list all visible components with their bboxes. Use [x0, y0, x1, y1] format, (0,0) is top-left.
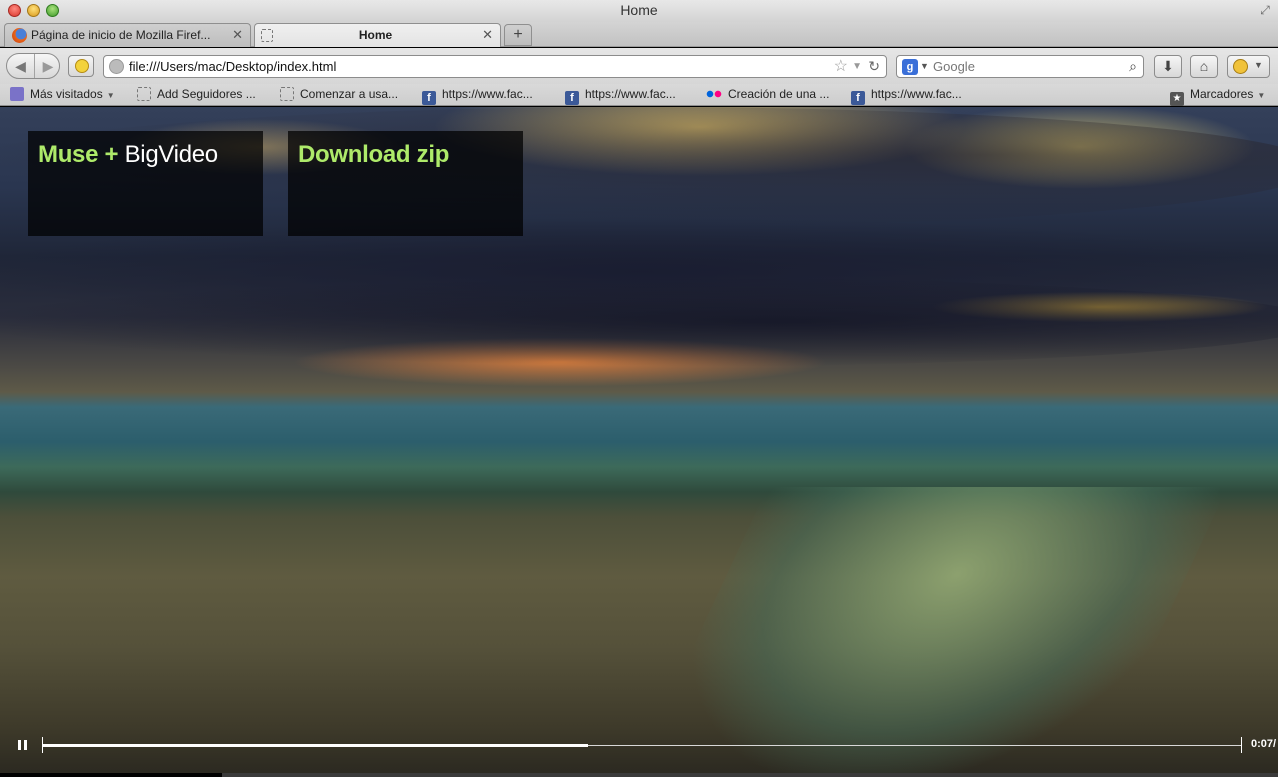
bookmarks-star-icon: ★: [1170, 92, 1184, 106]
downloads-button[interactable]: ⬇: [1154, 55, 1182, 78]
bookmark-item[interactable]: Creación de una ...: [706, 84, 829, 104]
panel-title-rest: BigVideo: [118, 141, 219, 168]
chevron-down-icon: ▼: [106, 91, 115, 100]
facebook-icon: f: [422, 91, 436, 105]
back-forward-group: ◀ ▶: [6, 53, 60, 79]
close-window-button[interactable]: [8, 4, 21, 17]
pause-icon[interactable]: [18, 740, 27, 750]
home-button[interactable]: ⌂: [1190, 55, 1218, 78]
addon-button[interactable]: ▼: [1227, 55, 1270, 78]
bottom-strip: [0, 773, 1278, 777]
tab-home[interactable]: Home ✕: [254, 23, 501, 47]
facebook-icon: f: [851, 91, 865, 105]
bookmark-star-icon[interactable]: ☆: [834, 56, 848, 77]
tab-groups-button[interactable]: [68, 55, 94, 77]
search-icon[interactable]: ⌕: [1129, 56, 1137, 77]
new-tab-button[interactable]: +: [504, 24, 532, 46]
bookmarks-menu-label: Marcadores: [1190, 87, 1254, 101]
bookmark-label: https://www.fac...: [871, 87, 962, 101]
reload-icon[interactable]: ↻: [868, 56, 880, 77]
bookmark-item[interactable]: Add Seguidores ...: [137, 84, 256, 104]
chevron-down-icon: ▼: [1257, 91, 1266, 100]
tab-label: Página de inicio de Mozilla Firef...: [31, 28, 211, 42]
tab-close-icon[interactable]: ✕: [482, 24, 493, 46]
minimize-window-button[interactable]: [27, 4, 40, 17]
video-background[interactable]: Muse + BigVideo Download zip: [0, 107, 1278, 777]
tab-close-icon[interactable]: ✕: [232, 24, 243, 46]
bookmark-item[interactable]: f https://www.fac...: [851, 84, 962, 105]
tab-strip: Página de inicio de Mozilla Firef... ✕ H…: [0, 22, 1278, 47]
tab-label: Home: [358, 28, 393, 42]
most-visited-icon: [10, 87, 24, 101]
google-icon[interactable]: g: [902, 59, 918, 75]
home-icon: ⌂: [1199, 58, 1209, 74]
blank-page-icon: [280, 87, 294, 101]
site-identity-icon[interactable]: [109, 59, 124, 74]
bookmark-label: Más visitados: [30, 87, 103, 101]
chevron-down-icon[interactable]: ▼: [1254, 60, 1263, 70]
progress-end-cap: [1241, 737, 1242, 753]
addon-face-icon: [1233, 59, 1248, 74]
bookmarks-menu-button[interactable]: ★ Marcadores ▼: [1170, 84, 1265, 106]
history-dropdown-icon[interactable]: ▼: [852, 56, 862, 77]
blank-page-icon: [261, 29, 273, 42]
back-icon[interactable]: ◀: [7, 54, 35, 78]
download-zip-link[interactable]: Download zip: [298, 141, 449, 169]
bookmark-item[interactable]: f https://www.fac...: [422, 84, 533, 105]
bookmark-item[interactable]: Comenzar a usa...: [280, 84, 398, 104]
bookmark-label: Comenzar a usa...: [300, 87, 399, 101]
zoom-window-button[interactable]: [46, 4, 59, 17]
navigation-toolbar: ◀ ▶ file:///Users/mac/Desktop/index.html…: [0, 48, 1278, 84]
tab-mozilla-home[interactable]: Página de inicio de Mozilla Firef... ✕: [4, 23, 251, 47]
url-input[interactable]: file:///Users/mac/Desktop/index.html: [129, 56, 336, 77]
bottom-strip-segment: [0, 773, 222, 777]
nav-panel-muse-bigvideo[interactable]: Muse + BigVideo: [28, 131, 263, 236]
panel-title-accent: Muse +: [38, 141, 119, 168]
video-progress-fill: [42, 744, 588, 747]
window-title: Home: [620, 2, 658, 18]
window-titlebar: Home ⤢: [0, 0, 1278, 22]
firefox-icon: [12, 28, 27, 43]
bookmark-most-visited[interactable]: Más visitados ▼: [10, 84, 115, 106]
chevron-down-icon[interactable]: ▼: [920, 56, 929, 77]
search-input[interactable]: Google: [933, 56, 975, 77]
video-progress-bar[interactable]: [42, 744, 1242, 747]
flickr-icon: [706, 87, 722, 101]
nav-panel-download-zip[interactable]: Download zip: [288, 131, 523, 236]
url-bar[interactable]: file:///Users/mac/Desktop/index.html ☆ ▼…: [103, 55, 887, 78]
bookmark-label: Creación de una ...: [728, 87, 830, 101]
video-timecode: 0:07/: [1251, 738, 1277, 750]
cloud-band: [0, 277, 1278, 367]
bookmark-label: https://www.fac...: [585, 87, 676, 101]
blank-page-icon: [137, 87, 151, 101]
bookmarks-toolbar: Más visitados ▼ Add Seguidores ... Comenz…: [0, 84, 1278, 106]
facebook-icon: f: [565, 91, 579, 105]
forward-icon[interactable]: ▶: [36, 54, 60, 78]
search-bar[interactable]: g ▼ Google ⌕: [896, 55, 1144, 78]
panel-title[interactable]: Muse + BigVideo: [38, 141, 218, 169]
bookmark-label: Add Seguidores ...: [157, 87, 256, 101]
fullscreen-icon[interactable]: ⤢: [1258, 3, 1272, 17]
video-controls: 0:07/: [0, 727, 1278, 763]
download-icon: ⬇: [1162, 58, 1174, 74]
bookmark-label: https://www.fac...: [442, 87, 533, 101]
tab-groups-icon: [75, 59, 89, 73]
bookmark-item[interactable]: f https://www.fac...: [565, 84, 676, 105]
